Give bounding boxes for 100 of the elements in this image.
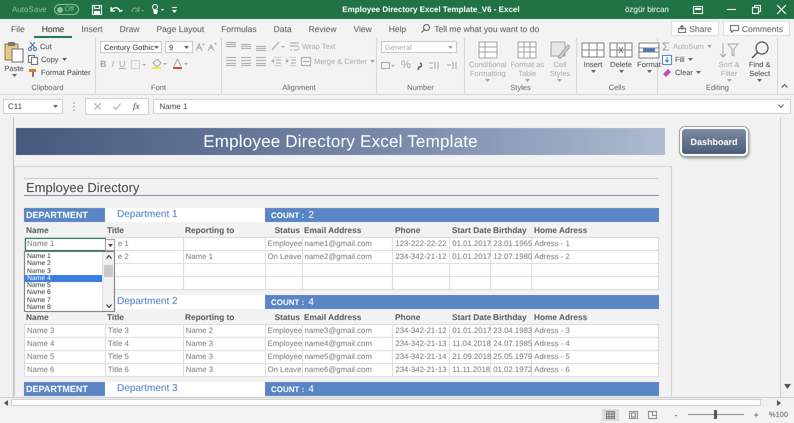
column-header: Start Date [451, 224, 491, 234]
insert-cells-icon [581, 41, 605, 59]
caret-icon [62, 58, 67, 61]
ribbon-tab[interactable]: Help [380, 19, 414, 38]
formula-field[interactable]: Name 1 [152, 98, 791, 114]
zoom-out-button[interactable]: - [674, 410, 678, 420]
ribbon-tab[interactable]: View [346, 19, 380, 38]
caret-icon [696, 71, 701, 74]
count-value: 4 [308, 296, 314, 308]
scroll-left-icon [4, 400, 8, 406]
department-name: Department 1 [105, 208, 265, 222]
comma-style-icon [416, 60, 422, 70]
column-header: Start Date [451, 312, 491, 322]
ribbon-tab[interactable]: Review [300, 19, 345, 38]
merge-center-icon [301, 57, 311, 66]
format-cells-icon [637, 41, 661, 59]
zoom-in-button[interactable]: + [754, 410, 759, 420]
column-header: Birthday [492, 312, 528, 322]
redo-icon [130, 4, 144, 14]
customize-icon [172, 6, 177, 12]
ribbon-tab[interactable]: Draw [112, 19, 148, 38]
decrease-decimal-icon [446, 60, 458, 70]
eraser-icon [662, 68, 672, 77]
insert-function-button[interactable]: fx [133, 101, 140, 111]
caret-icon [12, 74, 16, 77]
count-label: COUNT : [271, 298, 304, 306]
page-layout-icon [628, 410, 638, 418]
accounting-format-icon [381, 60, 395, 70]
caret-icon [557, 79, 562, 82]
caret-icon [726, 79, 732, 82]
ribbon-tab[interactable]: Insert [73, 19, 111, 38]
caret-icon [688, 58, 693, 61]
column-header: Title [106, 224, 125, 234]
fill-color-icon [152, 59, 168, 69]
count-value: 4 [308, 384, 314, 394]
ribbon-tab[interactable]: File [3, 19, 33, 38]
copy-icon [28, 54, 38, 64]
autosave-label: AutoSave [12, 5, 47, 14]
grow-font-icon [196, 43, 205, 51]
column-header: Title [106, 312, 125, 322]
slider-thumb[interactable] [714, 410, 718, 419]
horizontal-scrollbar[interactable] [11, 399, 761, 406]
caret-icon [590, 70, 596, 73]
column-header: Phone [394, 312, 422, 322]
ribbon-tab[interactable]: Page Layout [148, 19, 212, 38]
count-label: COUNT : [271, 384, 304, 394]
scroll-right-icon [777, 400, 781, 406]
caret-icon [370, 60, 375, 63]
column-header: Home Adress [533, 312, 588, 322]
name-box[interactable]: C11 [3, 98, 63, 114]
increase-indent-icon [286, 57, 296, 66]
ribbon-tab[interactable]: Home [34, 19, 72, 38]
fill-down-icon [662, 54, 672, 64]
format-as-table-icon [517, 41, 538, 59]
cut-icon [28, 42, 37, 51]
tell-me-field[interactable]: Tell me what you want to do [434, 24, 564, 34]
share-button[interactable]: Share [671, 21, 719, 36]
count-value: 2 [308, 210, 314, 220]
cancel-icon [94, 102, 101, 110]
scroll-thumb[interactable] [104, 265, 113, 277]
department-label: DEPARTMENT [24, 208, 105, 222]
format-painter-icon [28, 68, 38, 78]
font-color-icon [172, 59, 189, 69]
caret-icon [154, 46, 160, 48]
column-header: Birthday [492, 224, 528, 234]
banner-title: Employee Directory Excel Template [16, 128, 665, 155]
scroll-down-icon [784, 384, 791, 389]
ribbon-display-icon [693, 6, 703, 14]
collapse-ribbon-icon [781, 84, 788, 88]
middle-align-icon [241, 42, 251, 50]
cell-styles-icon [550, 41, 570, 59]
ribbon-tab[interactable]: Data [266, 19, 300, 38]
caret-icon [524, 79, 530, 82]
column-header: Name [25, 312, 50, 322]
column-header: Email Address [303, 224, 362, 234]
caret-icon [646, 70, 652, 73]
scroll-down-icon [106, 304, 112, 308]
conditional-formatting-icon [478, 41, 498, 59]
close-icon [777, 5, 786, 14]
sum-icon [662, 42, 670, 51]
wrap-text-icon [290, 42, 299, 50]
sort-filter-icon [719, 41, 740, 59]
dropdown-button[interactable] [105, 239, 115, 251]
department-label: DEPARTMENT [24, 382, 105, 396]
expand-icon [778, 104, 784, 108]
touch-mode-icon [150, 4, 165, 15]
caret-icon [757, 79, 762, 82]
search-icon [750, 41, 770, 59]
left-align-icon [226, 57, 236, 66]
normal-view-icon [606, 410, 615, 418]
comments-button[interactable]: Comments [722, 21, 790, 36]
decrease-indent-icon [271, 57, 281, 66]
ribbon-tab[interactable]: Formulas [213, 19, 265, 38]
department-name: Department 3 [105, 382, 265, 396]
page-break-icon [648, 410, 657, 418]
shrink-font-icon [208, 43, 217, 51]
window-title: Employee Directory Excel Template_V6 - Excel [341, 5, 521, 14]
dashboard-button[interactable]: Dashboard [680, 127, 748, 156]
column-header: Status [274, 224, 301, 234]
column-header: Reporting to [184, 224, 236, 234]
